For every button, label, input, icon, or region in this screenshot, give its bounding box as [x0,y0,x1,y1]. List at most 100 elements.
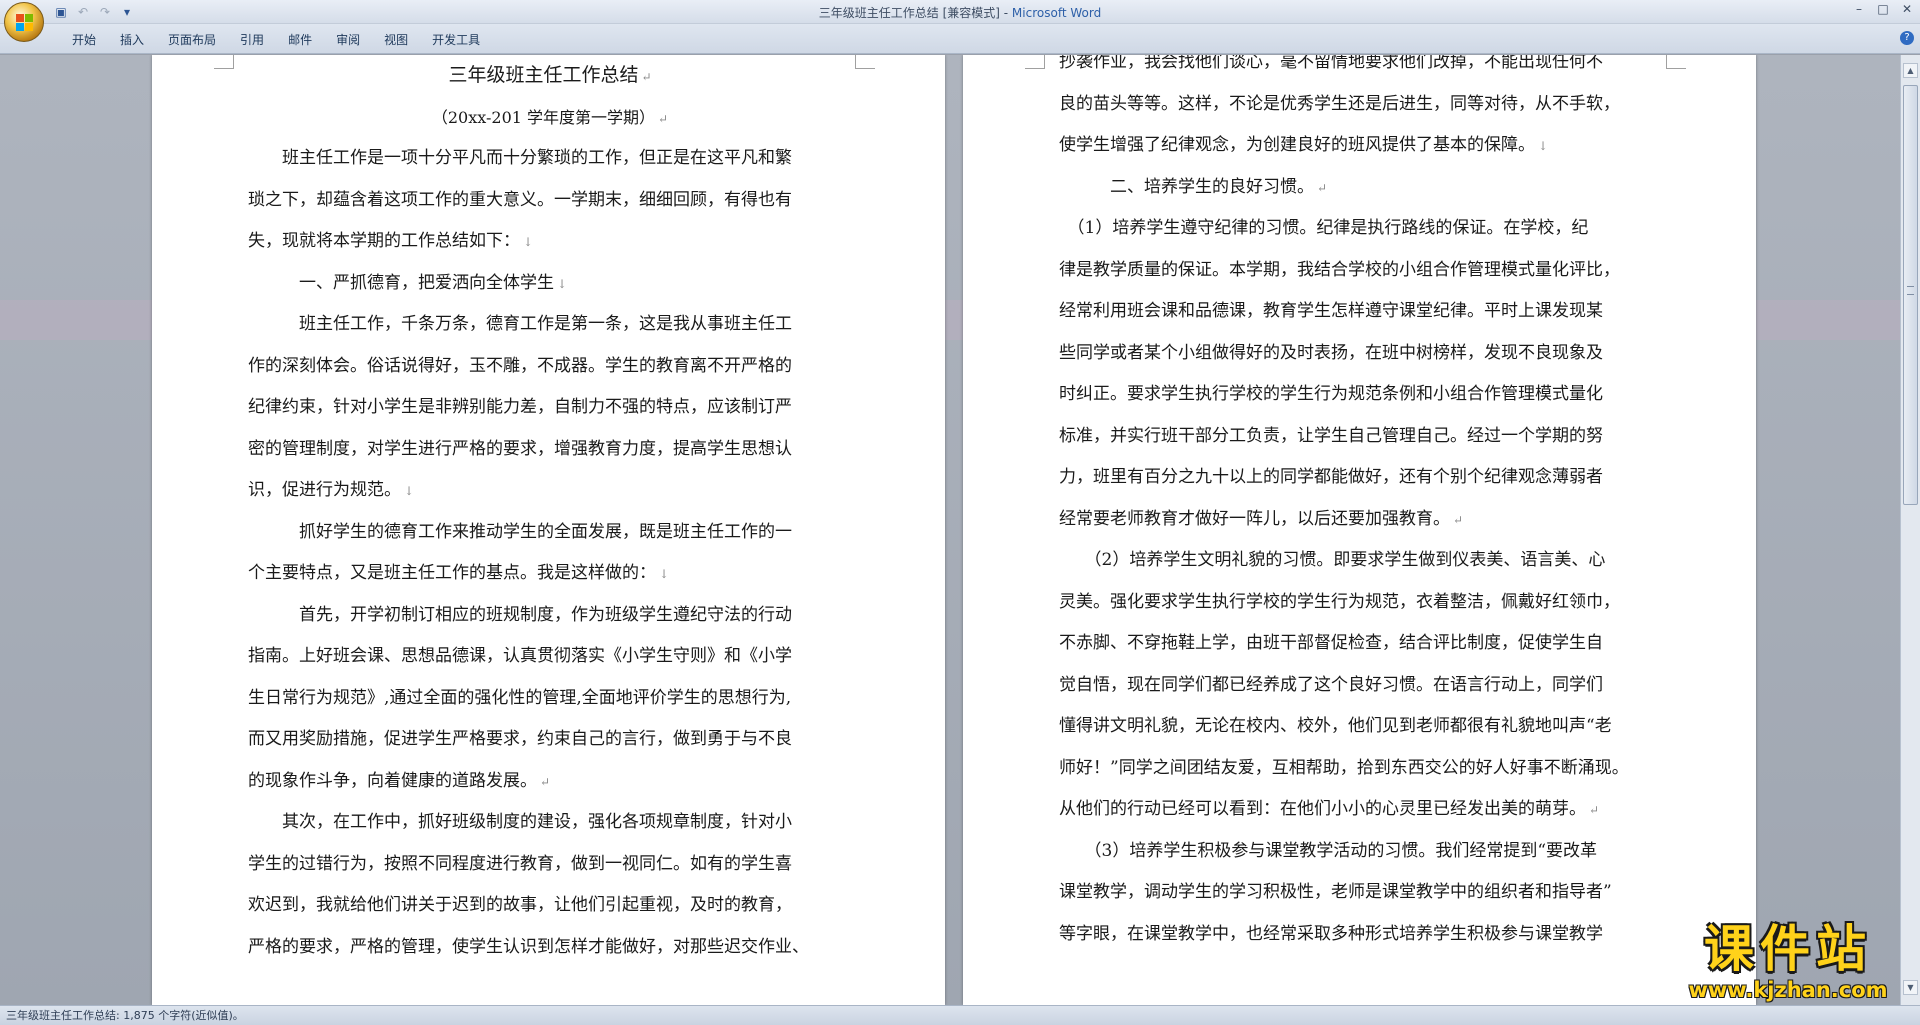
paragraph-mark-icon: ↓ [523,235,534,249]
text-line: 觉自悟，现在同学们都已经养成了这个良好习惯。在语言行动上，同学们 [1059,665,1663,707]
text-line-content: （3）培养学生积极参与课堂教学活动的习惯。我们经常提到“要改革 [1059,840,1598,861]
crop-mark [1666,55,1686,69]
window-title-document: 三年级班主任工作总结 [兼容模式] - [818,6,1012,20]
paragraph-mark-icon: ↓ [557,276,568,291]
ribbon-tab[interactable]: 视图 [372,31,420,49]
document-workspace: 三年级班主任工作总结 ↵ （20xx-201 学年度第一学期） ↵ 班主任工作是一项十… [0,55,1900,1005]
text-line: 纪律约束，针对小学生是非辨别能力差，自制力不强的特点，应该制订严 [248,387,852,429]
text-line: （2）培养学生文明礼貌的习惯。即要求学生做到仪表美、语言美、心 [1059,540,1663,582]
paragraph-mark-icon: ↵ [540,774,551,789]
office-button[interactable] [4,2,44,42]
watermark-title: 课件站 [1704,920,1872,978]
crop-mark [1025,55,1045,69]
text-line-content: 经常要老师教育才做好一阵儿，以后还要加强教育。 [1059,508,1450,529]
ribbon-tab[interactable]: 审阅 [324,31,372,49]
text-line: 从他们的行动已经可以看到：在他们小小的心灵里已经发出美的萌芽。 ↵ [1059,789,1663,831]
text-line: 律是教学质量的保证。本学期，我结合学校的小组合作管理模式量化评比， [1059,250,1663,292]
document-page-1[interactable]: 三年级班主任工作总结 ↵ （20xx-201 学年度第一学期） ↵ 班主任工作是一项十… [152,55,945,1005]
text-line: 三年级班主任工作总结 ↵ [248,55,852,97]
window-title: 三年级班主任工作总结 [兼容模式] - Microsoft Word [0,4,1920,21]
ribbon-tab[interactable]: 开始 [60,31,108,49]
text-line: （3）培养学生积极参与课堂教学活动的习惯。我们经常提到“要改革 [1059,831,1663,873]
text-line: （1）培养学生遵守纪律的习惯。纪律是执行路线的保证。在学校，纪 [1059,208,1663,250]
text-line: 班主任工作是一项十分平凡而十分繁琐的工作，但正是在这平凡和繁 [248,138,852,180]
text-line: 不赤脚、不穿拖鞋上学，由班干部督促检查，结合评比制度，促使学生自 [1059,623,1663,665]
help-icon[interactable]: ? [1900,31,1914,45]
text-line: 良的苗头等等。这样，不论是优秀学生还是后进生，同等对待，从不手软， [1059,84,1663,126]
text-line: 使学生增强了纪律观念，为创建良好的班风提供了基本的保障。 ↓ [1059,125,1663,167]
ribbon-tab[interactable]: 插入 [108,31,156,49]
window-controls: – □ ✕ [1850,2,1916,16]
paragraph-mark-icon: ↵ [1589,803,1600,817]
text-line: 个主要特点，又是班主任工作的基点。我是这样做的： ↓ [248,553,852,595]
text-line-content: 经常利用班会课和品德课，教育学生怎样遵守课堂纪律。平时上课发现某 [1059,301,1603,321]
text-line-content: 标准，并实行班干部分工负责，让学生自己管理自己。经过一个学期的努 [1059,425,1603,446]
text-line: 作的深刻体会。俗话说得好，玉不雕，不成器。学生的教育离不开严格的 [248,346,852,388]
text-line-content: 密的管理制度，对学生进行严格的要求，增强教育力度，提高学生思想认 [248,438,792,459]
text-line: 灵美。强化要求学生执行学校的学生行为规范，衣着整洁，佩戴好红领巾， [1059,582,1663,624]
text-line: 标准，并实行班干部分工负责，让学生自己管理自己。经过一个学期的努 [1059,416,1663,458]
text-line: 班主任工作，千条万条，德育工作是第一条，这是我从事班主任工 [248,304,852,346]
text-line-content: 琐之下，却蕴含着这项工作的重大意义。一学期末，细细回顾，有得也有 [248,189,792,210]
text-line: 欢迟到，我就给他们讲关于迟到的故事，让他们引起重视，及时的教育， [248,885,852,927]
scroll-thumb[interactable] [1903,85,1918,505]
word-count-status[interactable]: 三年级班主任工作总结: 1,875 个字符(近似值)。 [6,1009,244,1022]
text-line: 等字眼，在课堂教学中，也经常采取多种形式培养学生积极参与课堂教学 [1059,914,1663,956]
text-line-content: 作的深刻体会。俗话说得好，玉不雕，不成器。学生的教育离不开严格的 [248,355,792,376]
ribbon-tab[interactable]: 开发工具 [420,31,492,49]
maximize-icon[interactable]: □ [1874,2,1892,16]
window-title-app: Microsoft Word [1011,6,1102,20]
minimize-icon[interactable]: – [1850,2,1868,16]
paragraph-mark-icon: ↵ [658,111,669,126]
text-line-content: 懂得讲文明礼貌，无论在校内、校外，他们见到老师都很有礼貌地叫声“老 [1059,716,1612,736]
text-line: 抓好学生的德育工作来推动学生的全面发展，既是班主任工作的一 [248,512,852,554]
text-line: 密的管理制度，对学生进行严格的要求，增强教育力度，提高学生思想认 [248,429,852,471]
text-line-content: 班主任工作，千条万条，德育工作是第一条，这是我从事班主任工 [248,314,792,334]
text-line-content: 时纠正。要求学生执行学校的学生行为规范条例和小组合作管理模式量化 [1059,384,1603,404]
text-line-content: 其次，在工作中，抓好班级制度的建设，强化各项规章制度，针对小 [248,812,792,832]
document-page-2[interactable]: 抄袭作业，我会找他们谈心，毫不留情地要求他们改掉，不能出现任何不良的苗头等等。这… [963,55,1756,1005]
text-line: 学生的过错行为，按照不同程度进行教育，做到一视同仁。如有的学生喜 [248,844,852,886]
scroll-up-icon[interactable]: ▲ [1903,63,1918,78]
vertical-scrollbar[interactable]: ▲ ▼ [1900,55,1920,1005]
text-line-content: 师好！”同学之间团结友爱，互相帮助，拾到东西交公的好人好事不断涌现。 [1059,757,1629,778]
watermark-url: www.kjzhan.com [1688,978,1888,1002]
text-line-content: 律是教学质量的保证。本学期，我结合学校的小组合作管理模式量化评比， [1059,259,1620,280]
paragraph-mark-icon: ↵ [1317,180,1328,195]
text-line: 识，促进行为规范。 ↓ [248,470,852,512]
close-icon[interactable]: ✕ [1898,2,1916,16]
text-line-content: 抓好学生的德育工作来推动学生的全面发展，既是班主任工作的一 [248,521,792,542]
text-line-content: 三年级班主任工作总结 [448,64,639,86]
text-line-content: 抄袭作业，我会找他们谈心，毫不留情地要求他们改掉，不能出现任何不 [1059,55,1603,72]
text-line: （20xx-201 学年度第一学期） ↵ [248,97,852,139]
paragraph-mark-icon: ↓ [404,484,415,498]
text-line: 懂得讲文明礼貌，无论在校内、校外，他们见到老师都很有礼貌地叫声“老 [1059,706,1663,748]
text-line: 指南。上好班会课、思想品德课，认真贯彻落实《小学生守则》和《小学 [248,636,852,678]
text-line: 严格的要求，严格的管理，使学生认识到怎样才能做好，对那些迟交作业、 [248,927,852,969]
text-line: 失，现就将本学期的工作总结如下： ↓ [248,221,852,263]
paragraph-mark-icon: ↵ [1453,512,1464,527]
ribbon-tab[interactable]: 邮件 [276,31,324,49]
page-1-text: 三年级班主任工作总结 ↵ （20xx-201 学年度第一学期） ↵ 班主任工作是一项十… [248,55,852,968]
crop-mark [855,55,875,69]
title-bar: ▣ ↶ ↷ ▾ 三年级班主任工作总结 [兼容模式] - Microsoft Word … [0,0,1920,24]
text-line-content: 欢迟到，我就给他们讲关于迟到的故事，让他们引起重视，及时的教育， [248,895,792,915]
text-line-content: 学生的过错行为，按照不同程度进行教育，做到一视同仁。如有的学生喜 [248,853,792,874]
paragraph-mark-icon: ↵ [641,70,652,84]
text-line-content: 识，促进行为规范。 [248,480,401,500]
ribbon-tab[interactable]: 引用 [228,31,276,49]
ribbon-tab[interactable]: 页面布局 [156,31,228,49]
text-line-content: 首先，开学初制订相应的班规制度，作为班级学生遵纪守法的行动 [248,604,792,625]
text-line: 二、培养学生的良好习惯。 ↵ [1059,167,1663,209]
crop-mark [214,55,234,69]
text-line-content: （1）培养学生遵守纪律的习惯。纪律是执行路线的保证。在学校，纪 [1059,218,1589,238]
text-line-content: 从他们的行动已经可以看到：在他们小小的心灵里已经发出美的萌芽。 [1059,799,1586,819]
text-line-content: （20xx-201 学年度第一学期） [431,107,656,127]
text-line: 其次，在工作中，抓好班级制度的建设，强化各项规章制度，针对小 [248,802,852,844]
text-line: 抄袭作业，我会找他们谈心，毫不留情地要求他们改掉，不能出现任何不 [1059,55,1663,84]
text-line-content: 个主要特点，又是班主任工作的基点。我是这样做的： [248,563,656,583]
paragraph-mark-icon: ↓ [659,567,670,581]
text-line-content: 纪律约束，针对小学生是非辨别能力差，自制力不强的特点，应该制订严 [248,397,792,417]
text-line-content: 而又用奖励措施，促进学生严格要求，约束自己的言行，做到勇于与不良 [248,729,792,749]
text-line-content: 使学生增强了纪律观念，为创建良好的班风提供了基本的保障。 [1059,135,1535,155]
